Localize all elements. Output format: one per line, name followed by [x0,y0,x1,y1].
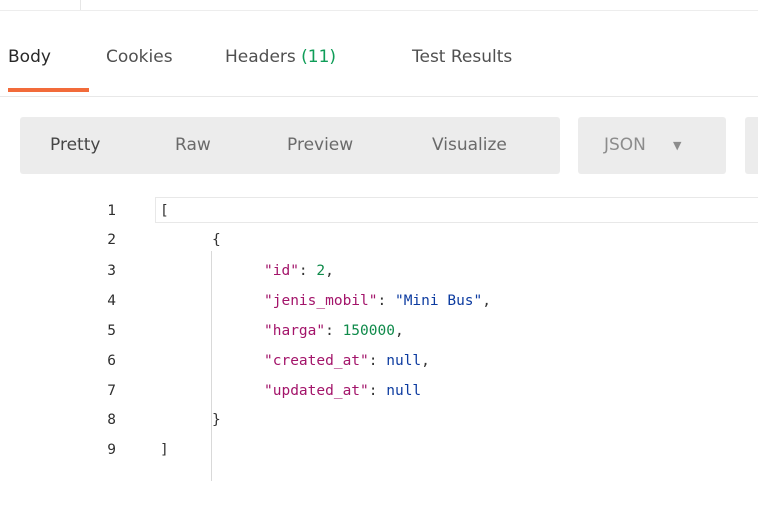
json-number: 150000 [342,323,395,339]
chevron-down-icon: ▼ [673,139,682,152]
headers-count-badge: (11) [301,47,337,67]
line-number: 2 [107,232,116,248]
code-text: } [212,412,221,428]
code-text: [ [160,203,169,219]
code-text: "created_at": null, [264,353,430,369]
json-key: "created_at" [264,353,369,369]
line-number: 1 [107,203,116,219]
code-line: 7 "updated_at": null [0,378,758,404]
format-select[interactable]: JSON ▼ [578,117,726,174]
code-line: 8 } [0,407,758,433]
json-string: "Mini Bus" [394,293,483,309]
tab-headers[interactable]: Headers (11) [225,46,336,68]
code-text: { [212,232,221,248]
code-line: 6 "created_at": null, [0,348,758,374]
code-text: ] [160,442,169,458]
code-line: 2 { [0,227,758,253]
tab-test-results[interactable]: Test Results [412,46,512,68]
code-line: 1 [ [0,198,758,224]
code-text: "jenis_mobil": "Mini Bus", [264,293,492,309]
top-separator [0,10,758,11]
line-number: 5 [107,323,116,339]
tab-headers-label: Headers [225,47,296,67]
code-line: 4 "jenis_mobil": "Mini Bus", [0,288,758,314]
view-mode-toolbar: Pretty Raw Preview Visualize [20,117,560,174]
line-number: 6 [107,353,116,369]
response-tabs: Body Cookies Headers (11) Test Results [0,46,758,96]
code-line: 9 ] [0,437,758,463]
json-number: 2 [316,263,326,279]
preview-button[interactable]: Preview [287,117,353,174]
pretty-button[interactable]: Pretty [50,117,100,174]
json-null: null [386,383,422,399]
code-text: "harga": 150000, [264,323,404,339]
code-text: "id": 2, [264,263,334,279]
visualize-button[interactable]: Visualize [432,117,507,174]
window-divider-tick [80,0,81,10]
json-key: "harga" [264,323,326,339]
json-key: "id" [264,263,299,279]
json-key: "updated_at" [264,383,369,399]
code-text: "updated_at": null [264,383,422,399]
active-tab-indicator [8,88,89,92]
response-body-editor[interactable]: 1 [ 2 { 3 "id": 2, 4 "jenis_mobil": "Min… [0,196,758,481]
line-number: 4 [107,293,116,309]
code-line: 5 "harga": 150000, [0,318,758,344]
wrap-lines-button[interactable] [745,117,758,174]
raw-button[interactable]: Raw [175,117,211,174]
code-line: 3 "id": 2, [0,258,758,284]
json-key: "jenis_mobil" [264,293,378,309]
tabs-divider [0,96,758,97]
line-number: 3 [107,263,116,279]
line-number: 9 [107,442,116,458]
tab-cookies[interactable]: Cookies [106,46,173,68]
line-number: 8 [107,412,116,428]
json-null: null [386,353,422,369]
format-select-value: JSON [604,135,646,155]
tab-body[interactable]: Body [8,46,51,68]
line-number: 7 [107,383,116,399]
